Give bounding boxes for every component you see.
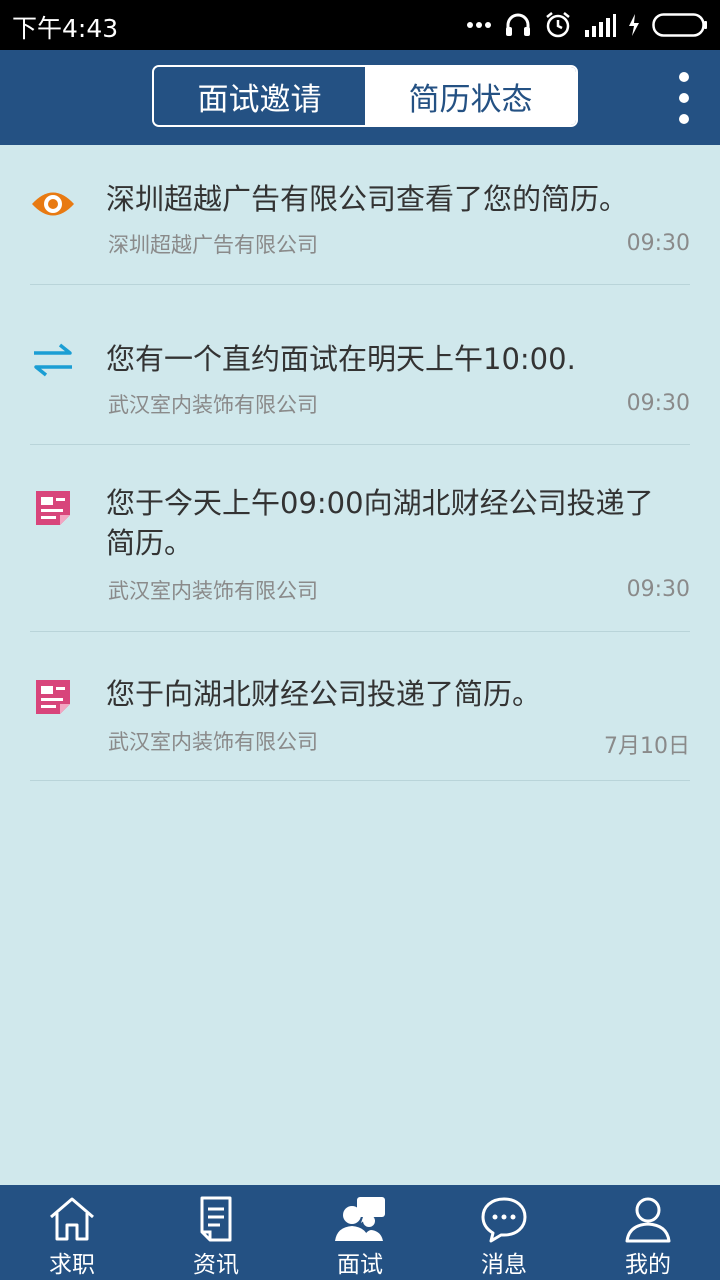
list-item[interactable]: 您有一个直约面试在明天上午10:00. 武汉室内装饰有限公司 09:30 — [30, 285, 690, 445]
message-title: 您于今天上午09:00向湖北财经公司投递了简历。 — [106, 486, 654, 560]
user-icon — [625, 1197, 671, 1243]
message-company: 武汉室内装饰有限公司 — [108, 579, 318, 603]
charging-icon — [629, 14, 639, 36]
message-list: 深圳超越广告有限公司查看了您的简历。 深圳超越广告有限公司 09:30 您有一个… — [0, 145, 720, 781]
home-icon — [50, 1197, 94, 1241]
message-company: 武汉室内装饰有限公司 — [108, 730, 318, 754]
message-title: 您有一个直约面试在明天上午10:00. — [106, 342, 576, 376]
app-header: 面试邀请 简历状态 — [0, 50, 720, 145]
message-time: 09:30 — [626, 577, 690, 602]
tab-resume-status[interactable]: 简历状态 — [365, 67, 576, 125]
tab-interview[interactable]: 面试 — [288, 1185, 432, 1280]
document-icon — [200, 1196, 232, 1242]
tab-interview-invitations[interactable]: 面试邀请 — [154, 67, 365, 125]
message-title: 您于向湖北财经公司投递了简历。 — [106, 677, 542, 711]
list-item[interactable]: 深圳超越广告有限公司查看了您的简历。 深圳超越广告有限公司 09:30 — [30, 145, 690, 285]
tab-mine[interactable]: 我的 — [576, 1185, 720, 1280]
tab-messages[interactable]: 消息 — [432, 1185, 576, 1280]
message-time: 09:30 — [626, 391, 690, 416]
status-bar: 下午4:43 — [0, 0, 720, 50]
tab-label: 面试 — [337, 1252, 383, 1278]
tab-news[interactable]: 资讯 — [144, 1185, 288, 1280]
resume-icon — [30, 485, 76, 531]
status-time: 下午4:43 — [12, 14, 119, 43]
eye-icon — [30, 181, 76, 227]
message-time: 09:30 — [626, 231, 690, 256]
list-item[interactable]: 您于向湖北财经公司投递了简历。 武汉室内装饰有限公司 7月10日 — [30, 632, 690, 781]
list-item[interactable]: 您于今天上午09:00向湖北财经公司投递了简历。 武汉室内装饰有限公司 09:3… — [30, 445, 690, 632]
tab-label: 资讯 — [193, 1252, 239, 1278]
message-company: 深圳超越广告有限公司 — [108, 233, 318, 257]
chat-icon — [481, 1197, 527, 1243]
more-vertical-icon[interactable] — [674, 72, 694, 124]
interview-icon — [335, 1197, 385, 1241]
headset-icon — [506, 13, 530, 36]
tab-label: 求职 — [49, 1252, 95, 1278]
more-dots-icon — [467, 22, 491, 28]
message-title: 深圳超越广告有限公司查看了您的简历。 — [106, 182, 629, 216]
swap-arrows-icon — [30, 337, 76, 383]
alarm-icon — [546, 12, 570, 38]
segmented-control: 面试邀请 简历状态 — [152, 65, 578, 127]
battery-icon — [652, 13, 707, 37]
tab-label: 我的 — [625, 1252, 671, 1278]
bottom-tab-bar: 求职 资讯 面试 消息 我的 — [0, 1185, 720, 1280]
tab-job-search[interactable]: 求职 — [0, 1185, 144, 1280]
signal-icon — [585, 14, 616, 37]
status-icons — [466, 10, 708, 40]
message-company: 武汉室内装饰有限公司 — [108, 393, 318, 417]
tab-label: 消息 — [481, 1252, 527, 1278]
message-time: 7月10日 — [604, 734, 690, 759]
resume-icon — [30, 674, 76, 720]
